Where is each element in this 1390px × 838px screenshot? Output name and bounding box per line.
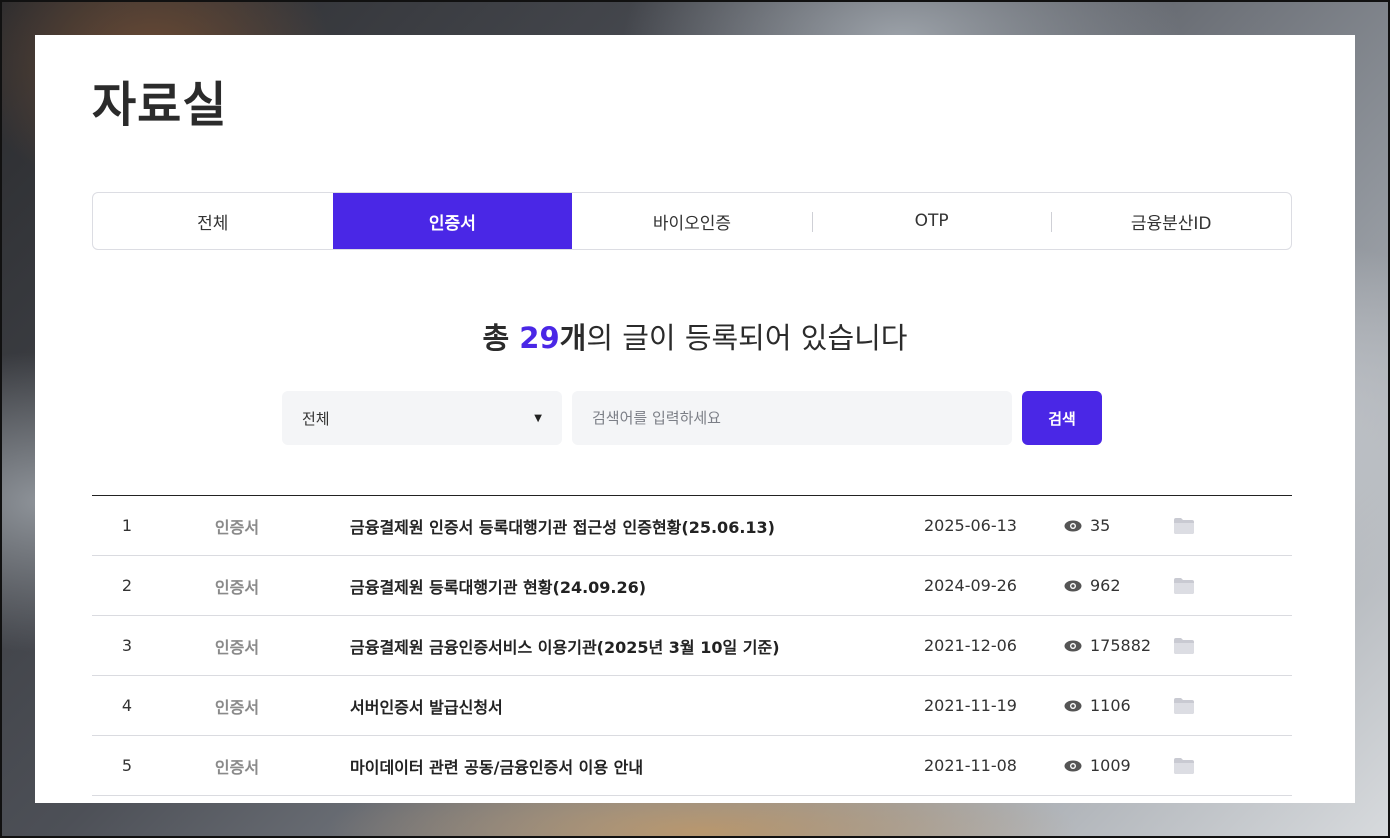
row-category: 인증서 — [214, 577, 260, 597]
folder-icon — [1174, 697, 1194, 714]
eye-icon — [1064, 700, 1082, 711]
row-attachment[interactable] — [1154, 697, 1214, 715]
tab-financial-did[interactable]: 금융분산ID — [1051, 193, 1291, 249]
row-category: 인증서 — [214, 757, 260, 777]
category-tabs: 전체 인증서 바이오인증 OTP 금융분산ID — [92, 192, 1292, 250]
row-number: 2 — [121, 576, 133, 595]
search-button[interactable]: 검색 — [1022, 391, 1102, 445]
eye-icon — [1064, 760, 1082, 771]
eye-icon — [1064, 520, 1082, 531]
row-number: 4 — [121, 696, 133, 715]
folder-icon — [1174, 637, 1194, 654]
tab-bio-auth[interactable]: 바이오인증 — [572, 193, 812, 249]
folder-icon — [1174, 757, 1194, 774]
search-input[interactable] — [572, 391, 1012, 445]
table-row[interactable]: 3 인증서 금융결제원 금융인증서비스 이용기관(2025년 3월 10일 기준… — [92, 616, 1292, 676]
eye-icon — [1064, 640, 1082, 651]
view-count: 35 — [1090, 516, 1111, 535]
eye-icon — [1064, 580, 1082, 591]
row-number: 3 — [121, 636, 133, 655]
row-attachment[interactable] — [1154, 637, 1214, 655]
row-category: 인증서 — [214, 697, 260, 717]
row-views: 175882 — [1044, 636, 1154, 655]
view-count: 1106 — [1090, 696, 1131, 715]
table-row[interactable]: 1 인증서 금융결제원 인증서 등록대행기관 접근성 인증현황(25.06.13… — [92, 496, 1292, 556]
table-row[interactable]: 4 인증서 서버인증서 발급신청서 2021-11-19 1106 — [92, 676, 1292, 736]
view-count: 962 — [1090, 576, 1121, 595]
row-title-link[interactable]: 금융결제원 등록대행기관 현황(24.09.26) — [312, 574, 924, 598]
view-count: 1009 — [1090, 756, 1131, 775]
tab-otp[interactable]: OTP — [811, 193, 1052, 249]
row-number: 1 — [121, 516, 133, 535]
row-date: 2025-06-13 — [924, 516, 1017, 535]
row-title-link[interactable]: 금융결제원 금융인증서비스 이용기관(2025년 3월 10일 기준) — [312, 634, 924, 658]
view-count: 175882 — [1090, 636, 1152, 655]
search-category-select[interactable]: 전체 ▼ — [282, 391, 562, 445]
count-prefix: 총 — [482, 321, 520, 355]
row-views: 35 — [1044, 516, 1154, 535]
row-number: 5 — [121, 756, 133, 775]
table-row[interactable]: 5 인증서 마이데이터 관련 공동/금융인증서 이용 안내 2021-11-08… — [92, 736, 1292, 796]
row-date: 2024-09-26 — [924, 576, 1017, 595]
row-attachment[interactable] — [1154, 517, 1214, 535]
row-date: 2021-11-08 — [924, 756, 1017, 775]
row-title-link[interactable]: 마이데이터 관련 공동/금융인증서 이용 안내 — [312, 754, 924, 778]
row-views: 1009 — [1044, 756, 1154, 775]
search-bar: 전체 ▼ 검색 — [282, 391, 1102, 445]
folder-icon — [1174, 517, 1194, 534]
select-value: 전체 — [302, 409, 330, 428]
folder-icon — [1174, 577, 1194, 594]
row-date: 2021-12-06 — [924, 636, 1017, 655]
content-panel: 자료실 전체 인증서 바이오인증 OTP 금융분산ID 총 29개의 글이 등록… — [35, 35, 1355, 803]
post-count: 29 — [519, 321, 560, 355]
page-title: 자료실 — [92, 77, 228, 133]
table-row[interactable]: 2 인증서 금융결제원 등록대행기관 현황(24.09.26) 2024-09-… — [92, 556, 1292, 616]
row-attachment[interactable] — [1154, 757, 1214, 775]
row-title-link[interactable]: 서버인증서 발급신청서 — [312, 694, 924, 718]
count-unit: 개 — [559, 321, 587, 355]
count-suffix: 의 글이 등록되어 있습니다 — [586, 321, 908, 355]
caret-down-icon: ▼ — [534, 412, 542, 424]
row-category: 인증서 — [214, 637, 260, 657]
row-attachment[interactable] — [1154, 577, 1214, 595]
row-views: 962 — [1044, 576, 1154, 595]
post-list: 1 인증서 금융결제원 인증서 등록대행기관 접근성 인증현황(25.06.13… — [92, 495, 1292, 796]
post-count-summary: 총 29개의 글이 등록되어 있습니다 — [35, 315, 1355, 357]
row-category: 인증서 — [214, 517, 260, 537]
tab-all[interactable]: 전체 — [93, 193, 333, 249]
tab-certificate[interactable]: 인증서 — [332, 193, 573, 249]
row-date: 2021-11-19 — [924, 696, 1017, 715]
row-views: 1106 — [1044, 696, 1154, 715]
row-title-link[interactable]: 금융결제원 인증서 등록대행기관 접근성 인증현황(25.06.13) — [312, 514, 924, 538]
